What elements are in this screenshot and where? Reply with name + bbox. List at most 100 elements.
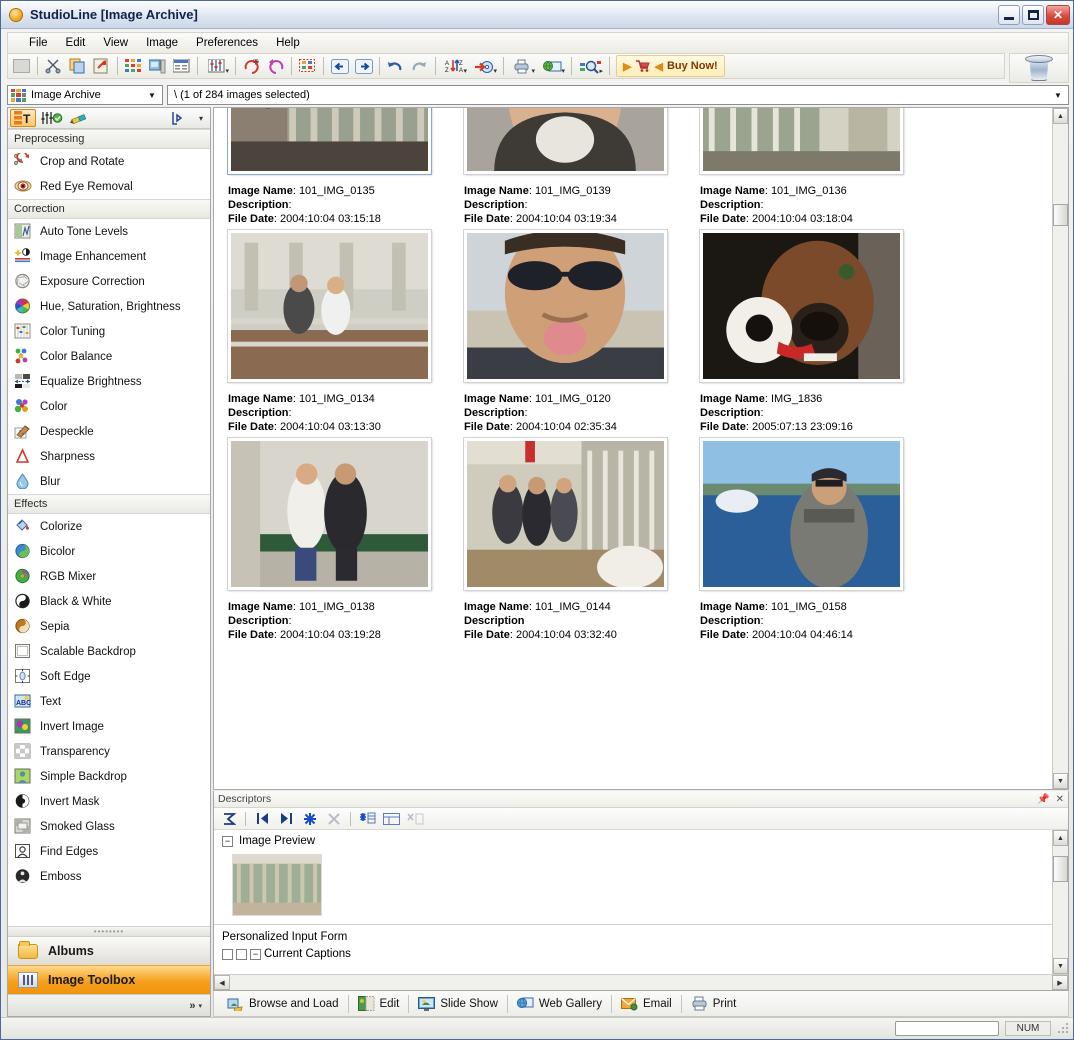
blank-button[interactable] <box>10 55 33 77</box>
scroll-track[interactable] <box>230 975 1052 990</box>
thumbnail-cell[interactable]: Image Name: 101_IMG_0135 Description: Fi… <box>224 108 460 226</box>
tool-transparency[interactable]: Transparency <box>8 739 210 764</box>
web-gallery-icon[interactable]: ▾ <box>538 55 567 77</box>
thumbnail-image[interactable] <box>699 437 904 591</box>
sidebar-item-image-toolbox[interactable]: Image Toolbox <box>8 965 210 994</box>
tool-despeckle[interactable]: Despeckle <box>8 419 210 444</box>
thumbnail-image[interactable] <box>227 108 432 175</box>
tool-image-enhancement[interactable]: Image Enhancement <box>8 244 210 269</box>
descriptor-section-personalized-input-form[interactable]: Personalized Input Form <box>214 925 1052 948</box>
descriptor-tab[interactable]: T <box>10 109 36 127</box>
status-input-field[interactable] <box>895 1021 999 1036</box>
tool-color[interactable]: Color <box>8 394 210 419</box>
tool-invert-mask[interactable]: Invert Mask <box>8 789 210 814</box>
detach-tab[interactable] <box>165 109 191 127</box>
menu-edit[interactable]: Edit <box>57 35 95 51</box>
thumbnail-cell[interactable]: Image Name: 101_IMG_0139 Description: Fi… <box>460 108 696 226</box>
rotate-left-90-icon[interactable] <box>264 55 287 77</box>
sidebar-resize-grip[interactable]: •••••••• <box>8 926 210 936</box>
paste-icon[interactable] <box>90 55 113 77</box>
last-icon[interactable] <box>275 810 297 828</box>
action-slide-show[interactable]: Slide Show <box>409 993 507 1015</box>
tool-color-tuning[interactable]: Color Tuning <box>8 319 210 344</box>
scroll-left-button[interactable]: ◀ <box>214 975 230 990</box>
add-field-icon[interactable] <box>356 810 378 828</box>
scroll-track[interactable] <box>1053 124 1068 773</box>
tool-emboss[interactable]: Emboss <box>8 864 210 889</box>
tool-auto-tone-levels[interactable]: Auto Tone Levels <box>8 219 210 244</box>
menu-image[interactable]: Image <box>137 35 187 51</box>
minimize-button[interactable] <box>998 4 1020 25</box>
action-email[interactable]: Email <box>612 993 681 1015</box>
print-icon[interactable]: ▾ <box>508 55 537 77</box>
list-view-icon[interactable] <box>170 55 193 77</box>
thumbnail-view-icon[interactable] <box>122 55 145 77</box>
buy-now-button[interactable]: ▶ ◀ Buy Now! <box>616 55 725 77</box>
zoom-icon[interactable]: ▸ <box>576 55 605 77</box>
thumbnail-cell[interactable]: Image Name: 101_IMG_0120 Description: Fi… <box>460 226 696 434</box>
tool-equalize-brightness[interactable]: Equalize Brightness <box>8 369 210 394</box>
action-web-gallery[interactable]: Web Gallery <box>508 993 611 1015</box>
action-edit[interactable]: Edit <box>349 993 409 1015</box>
tool-invert-image[interactable]: Invert Image <box>8 714 210 739</box>
thumbnail-cell[interactable]: Image Name: 101_IMG_0158 Description: Fi… <box>696 434 932 642</box>
chevron-down-icon[interactable]: ▾ <box>225 67 229 75</box>
menu-help[interactable]: Help <box>267 35 309 51</box>
remove-field-icon[interactable] <box>404 810 426 828</box>
chevron-down-icon[interactable]: ▼ <box>144 87 160 103</box>
sort-icon[interactable]: AZZA ▾ <box>440 55 469 77</box>
pin-icon[interactable]: 📌 <box>1037 794 1049 805</box>
tool-soft-edge[interactable]: Soft Edge <box>8 664 210 689</box>
tool-red-eye-removal[interactable]: Red Eye Removal <box>8 174 210 199</box>
tool-find-edges[interactable]: Find Edges <box>8 839 210 864</box>
first-icon[interactable] <box>251 810 273 828</box>
collapse-icon[interactable]: − <box>222 835 233 847</box>
chevron-down-icon[interactable]: ▾ <box>493 67 497 75</box>
checkbox-1[interactable] <box>222 948 233 960</box>
tool-bicolor[interactable]: Bicolor <box>8 539 210 564</box>
tool-sharpness[interactable]: Sharpness <box>8 444 210 469</box>
adjust-levels-icon[interactable]: ▾ <box>202 55 231 77</box>
scroll-up-button[interactable]: ▲ <box>1053 830 1068 846</box>
menu-view[interactable]: View <box>94 35 137 51</box>
tool-blur[interactable]: Blur <box>8 469 210 494</box>
chevron-down-icon[interactable]: ▾ <box>463 67 467 75</box>
edit-field-icon[interactable] <box>380 810 402 828</box>
archive-selector[interactable]: Image Archive ▼ <box>7 85 163 105</box>
maximize-button[interactable] <box>1022 4 1044 25</box>
forward-icon[interactable] <box>352 55 375 77</box>
thumbnail-cell[interactable]: Image Name: 101_IMG_0136 Description: Fi… <box>696 108 932 226</box>
tool-sepia[interactable]: Sepia <box>8 614 210 639</box>
trash-can-button[interactable] <box>1009 53 1069 83</box>
back-icon[interactable] <box>328 55 351 77</box>
details-view-icon[interactable] <box>146 55 169 77</box>
thumbnail-cell[interactable]: Image Name: 101_IMG_0138 Description: Fi… <box>224 434 460 642</box>
tool-rgb-mixer[interactable]: RGB Mixer <box>8 564 210 589</box>
descriptor-section-image-preview[interactable]: − Image Preview <box>214 830 1052 852</box>
tool-crop-and-rotate[interactable]: Crop and Rotate <box>8 149 210 174</box>
thumbnail-cell[interactable]: Image Name: 101_IMG_0134 Description: Fi… <box>224 226 460 434</box>
copy-icon[interactable] <box>66 55 89 77</box>
thumbnail-image[interactable] <box>463 108 668 175</box>
action-print[interactable]: Print <box>682 993 746 1015</box>
thumbnail-image[interactable] <box>227 229 432 383</box>
menu-file[interactable]: File <box>20 35 57 51</box>
tool-colorize[interactable]: Colorize <box>8 514 210 539</box>
chevron-down-icon[interactable]: ▸ <box>599 67 603 75</box>
thumbnail-image[interactable] <box>699 229 904 383</box>
chevron-down-icon[interactable]: ▼ <box>1050 87 1066 103</box>
action-browse-and-load[interactable]: Browse and Load <box>218 993 348 1015</box>
tool-black-and-white[interactable]: Black & White <box>8 589 210 614</box>
image-preview-thumbnail[interactable] <box>232 854 322 916</box>
resize-grip[interactable] <box>1057 1022 1069 1035</box>
thumbnail-image[interactable] <box>463 437 668 591</box>
thumbnail-image[interactable] <box>699 108 904 175</box>
close-button[interactable]: ✕ <box>1046 4 1070 25</box>
scroll-down-button[interactable]: ▼ <box>1053 958 1068 974</box>
rotate-right-90-icon[interactable]: 90 <box>240 55 263 77</box>
scroll-thumb[interactable] <box>1053 204 1068 226</box>
scroll-track[interactable] <box>1053 846 1068 958</box>
sidebar-item-albums[interactable]: Albums <box>8 936 210 965</box>
menu-preferences[interactable]: Preferences <box>187 35 267 51</box>
burn-cd-icon[interactable]: ▾ <box>470 55 499 77</box>
